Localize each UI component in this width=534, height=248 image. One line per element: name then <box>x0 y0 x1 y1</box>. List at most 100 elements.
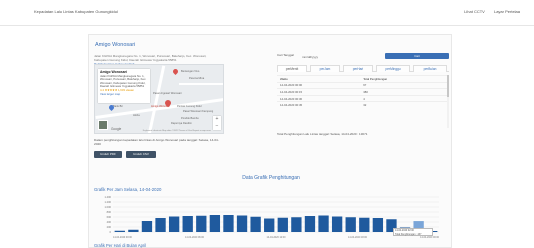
nav-link-cctv[interactable]: Lihat CCTV <box>464 9 485 14</box>
x-tick-label: 14-04-2020 00:00 <box>420 236 440 239</box>
location-title: Amigo Wonosari <box>95 42 136 48</box>
y-tick-label: 1.000 <box>105 205 112 209</box>
total-description: Dalam penghitungan kepadatan lalu lintas… <box>94 138 219 147</box>
tab-permenit[interactable]: perMenit <box>277 65 307 72</box>
map-label: Aloha <box>133 114 140 117</box>
date-input[interactable]: mm/dd/yyyy <box>302 54 362 60</box>
chart-bar[interactable] <box>318 215 329 233</box>
table-header-waktu: Waktu <box>277 75 361 83</box>
map-attribution: Keyboard shortcuts Map data ©2022 Terms … <box>142 130 211 132</box>
table-cell-time: 14-04-2020 00:45 <box>277 101 361 109</box>
chart-bar[interactable] <box>236 215 248 233</box>
google-logo: Google <box>111 127 122 131</box>
cari-button[interactable]: Cari <box>385 53 449 59</box>
table-cell-count: 380 <box>360 88 449 96</box>
map-embed[interactable]: Amigo Wonosari Jalan KGPAA Mangkunegara … <box>94 64 224 134</box>
main-content-card: Amigo Wonosari Jalan KGPAA Mangkunegara … <box>88 34 452 248</box>
total-count-text: Total Penghitungan Lalu Lintas tanggal: … <box>277 132 368 136</box>
map-label: Dapurnya Dandim <box>171 122 192 125</box>
table-scrollbar-thumb[interactable] <box>447 75 449 97</box>
zoom-in-icon[interactable]: + <box>213 116 221 123</box>
tooltip-value: Total Penghitungan : 437 <box>395 232 422 236</box>
map-road <box>179 83 223 85</box>
unduh-csv-button[interactable]: Unduh CSV <box>126 151 156 158</box>
map-label: Bank Bri <box>113 105 123 108</box>
table-cell-count: 32 <box>360 101 449 109</box>
chart-tooltip: 14-04-2020 02:00 Total Penghitungan : 43… <box>393 228 433 236</box>
chart-bar[interactable] <box>277 217 288 232</box>
map-zoom-control[interactable]: + − <box>213 116 221 130</box>
table-row: 14-04-2020 00:00 67 <box>277 81 449 89</box>
chart-bar[interactable] <box>250 216 261 232</box>
map-label: Pentas Gunung Kidul <box>177 105 202 108</box>
period-tabs: perMenit perJam perHari perMinggu perBul… <box>277 65 449 72</box>
y-tick-label: 400 <box>107 220 112 224</box>
table-cell-count: 67 <box>360 81 449 89</box>
section-title: Data Grafik Penghitungan <box>242 175 300 181</box>
chart-bar[interactable] <box>209 215 221 232</box>
chart-bar[interactable] <box>345 217 356 232</box>
table-scrollbar[interactable] <box>447 75 449 128</box>
date-label: Cari Tanggal <box>277 53 294 57</box>
table-cell-time: 14-04-2020 00:30 <box>277 94 361 102</box>
table-row: 14-04-2020 00:15 380 <box>277 88 449 96</box>
unduh-pdf-button[interactable]: Unduh PDF <box>94 151 122 158</box>
tab-perhari[interactable]: perHari <box>343 65 373 72</box>
chart-bar[interactable] <box>141 221 153 232</box>
chart-bar[interactable] <box>168 216 180 233</box>
x-tick-label: 14-04-2020 00:00 <box>113 236 133 239</box>
x-tick-label: 14-04-2020 18:00 <box>348 236 368 239</box>
tab-perjam[interactable]: perJam <box>310 65 340 72</box>
chart-bar[interactable] <box>291 217 302 232</box>
map-label: Pasar Wonosari Kampung <box>183 110 214 113</box>
address-text: Jalan KGPAA Mangkunegara No. 1, Wonosari… <box>94 54 207 63</box>
table-header-row: Waktu Total Penghitungan <box>277 75 449 83</box>
chart-bar[interactable] <box>359 217 370 232</box>
map-label: Pondok Bambu <box>181 117 199 120</box>
chart-bar[interactable] <box>264 218 275 233</box>
table-cell-time: 14-04-2020 00:00 <box>277 81 361 89</box>
map-card-link[interactable]: View larger map <box>100 92 148 97</box>
chart-bar[interactable] <box>223 215 234 232</box>
chart-bar[interactable] <box>331 216 343 233</box>
chart2-title: Grafik Per Hari di Bulan April <box>94 243 147 248</box>
chart-bar[interactable] <box>128 229 139 232</box>
tab-perbulan[interactable]: perBulan <box>413 65 447 72</box>
tab-perminggu[interactable]: perMinggu <box>376 65 410 72</box>
map-road <box>147 65 166 133</box>
y-tick-label: 1.400 <box>105 195 112 199</box>
count-table: Waktu Total Penghitungan 14-04-2020 00:0… <box>277 75 449 109</box>
y-tick-label: 200 <box>107 225 112 229</box>
map-label: Bentengan Vivo <box>181 70 200 73</box>
zoom-out-icon[interactable]: − <box>213 123 221 130</box>
top-navbar: Kepadatan Lalu Lintas Kabupaten Gunungki… <box>0 0 534 26</box>
chart-bar[interactable] <box>182 216 193 232</box>
brand-title[interactable]: Kepadatan Lalu Lintas Kabupaten Gunungki… <box>34 9 118 14</box>
map-label: Pasar Argosari Wonosari <box>153 92 182 95</box>
table-header-total: Total Penghitungan <box>360 75 449 83</box>
nav-links: Lihat CCTV Layar Pertelaa <box>456 9 520 14</box>
x-tick-label: 14-04-2020 12:00 <box>267 236 287 239</box>
chart-bar[interactable] <box>155 218 166 232</box>
y-tick-label: 1.200 <box>105 200 112 204</box>
map-card-address: Jalan KGPAA Mangkunegara No. 1, Wonosari… <box>100 73 147 89</box>
map-satellite-thumbnail[interactable] <box>98 120 108 130</box>
y-tick-label: 800 <box>107 210 112 214</box>
map-place-card: Amigo Wonosari Jalan KGPAA Mangkunegara … <box>98 69 150 103</box>
chart-bar[interactable] <box>372 218 384 232</box>
table-row: 14-04-2020 00:45 32 <box>277 101 449 109</box>
table-cell-time: 14-04-2020 00:15 <box>277 88 361 96</box>
table-cell-count: 4 <box>360 94 449 102</box>
chart-bar[interactable] <box>196 215 207 232</box>
chart-bar[interactable] <box>304 216 316 232</box>
y-tick-label: 0 <box>110 230 112 234</box>
map-pin-icon <box>171 67 180 76</box>
y-tick-label: 600 <box>107 215 112 219</box>
chart-bar[interactable] <box>114 230 125 232</box>
table-row: 14-04-2020 00:30 4 <box>277 94 449 102</box>
nav-link-layar[interactable]: Layar Pertelaa <box>494 9 520 14</box>
map-label: Pesona Mina <box>189 77 205 80</box>
x-tick-label: 14-04-2020 06:00 <box>185 236 205 239</box>
chart-title: Grafik Per Jam Selasa, 14-04-2020 <box>94 187 162 192</box>
hourly-bar-chart: 1.4001.2001.000800600400200014-04-2020 0… <box>105 195 440 239</box>
